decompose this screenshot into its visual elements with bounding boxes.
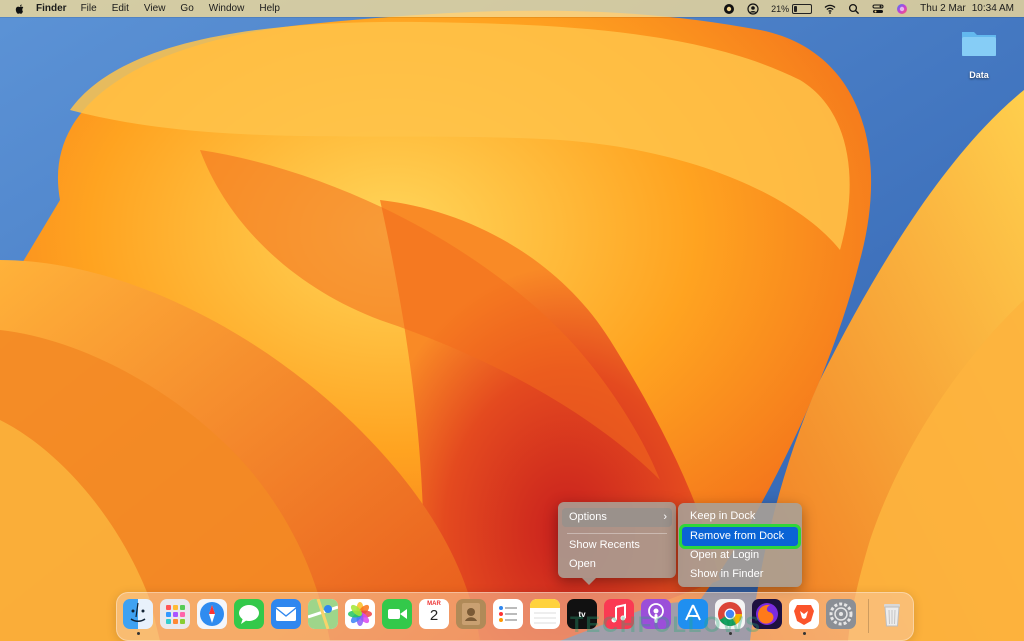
control-center-icon[interactable] (872, 3, 884, 15)
reminders-icon[interactable] (493, 599, 523, 629)
battery-status[interactable]: 21% (771, 3, 813, 14)
mail-icon[interactable] (271, 599, 301, 629)
finder-icon[interactable] (123, 599, 153, 629)
submenu-item-keep-in-dock[interactable]: Keep in Dock (682, 507, 798, 526)
desktop-wallpaper (0, 0, 1024, 641)
dock-divider (868, 599, 869, 633)
calendar-icon[interactable]: MAR 2 (419, 599, 449, 629)
trash-icon[interactable] (877, 599, 907, 629)
folder-label: Data (969, 70, 989, 80)
dock-context-menu: Options › Show Recents Open (558, 502, 676, 585)
menu-item-open[interactable]: Open (562, 555, 672, 574)
siri-icon[interactable] (896, 3, 908, 15)
menu-bar: Finder File Edit View Go Window Help 21% (0, 0, 1024, 17)
desktop-folder-data[interactable]: Data (956, 28, 1002, 80)
messages-icon[interactable] (234, 599, 264, 629)
maps-icon[interactable] (308, 599, 338, 629)
facetime-icon[interactable] (382, 599, 412, 629)
folder-icon (962, 32, 996, 56)
finder-running-indicator (137, 632, 140, 635)
photos-icon[interactable] (345, 599, 375, 629)
spotlight-search-icon[interactable] (848, 3, 860, 15)
menu-help[interactable]: Help (259, 3, 280, 14)
user-account-icon[interactable] (747, 2, 759, 15)
chevron-right-icon: › (663, 511, 667, 523)
wifi-icon[interactable] (824, 3, 836, 15)
menu-separator (567, 533, 667, 534)
brave-icon[interactable] (789, 599, 819, 629)
menu-caret (582, 578, 596, 585)
app-menu-finder[interactable]: Finder (36, 3, 67, 14)
options-submenu: Keep in Dock Remove from Dock Open at Lo… (678, 503, 802, 587)
battery-fill (794, 5, 798, 12)
safari-icon[interactable] (197, 599, 227, 629)
menubar-date[interactable]: Thu 2 Mar (920, 3, 966, 14)
contacts-icon[interactable] (456, 599, 486, 629)
record-status-icon[interactable] (723, 3, 735, 15)
menu-file[interactable]: File (81, 3, 97, 14)
brave-running-indicator (803, 632, 806, 635)
submenu-item-remove-from-dock[interactable]: Remove from Dock (679, 524, 801, 549)
watermark: TECHFOLLOWS (570, 612, 762, 637)
apple-icon[interactable] (14, 3, 26, 15)
menu-edit[interactable]: Edit (112, 3, 129, 14)
launchpad-icon[interactable] (160, 599, 190, 629)
menu-item-options[interactable]: Options › (562, 508, 672, 527)
menu-window[interactable]: Window (209, 3, 245, 14)
calendar-day: 2 (429, 607, 439, 624)
notes-icon[interactable] (530, 599, 560, 629)
settings-icon[interactable] (826, 599, 856, 629)
menu-item-show-recents[interactable]: Show Recents (562, 536, 672, 555)
menu-go[interactable]: Go (180, 3, 193, 14)
dock: MAR 2 tv (116, 592, 914, 641)
options-label: Options (569, 511, 607, 523)
menubar-time[interactable]: 10:34 AM (972, 3, 1014, 14)
battery-percent: 21% (771, 3, 790, 14)
submenu-item-open-at-login[interactable]: Open at Login (682, 546, 798, 565)
battery-icon (792, 3, 813, 14)
menu-view[interactable]: View (144, 3, 166, 14)
submenu-item-show-in-finder[interactable]: Show in Finder (682, 565, 798, 584)
